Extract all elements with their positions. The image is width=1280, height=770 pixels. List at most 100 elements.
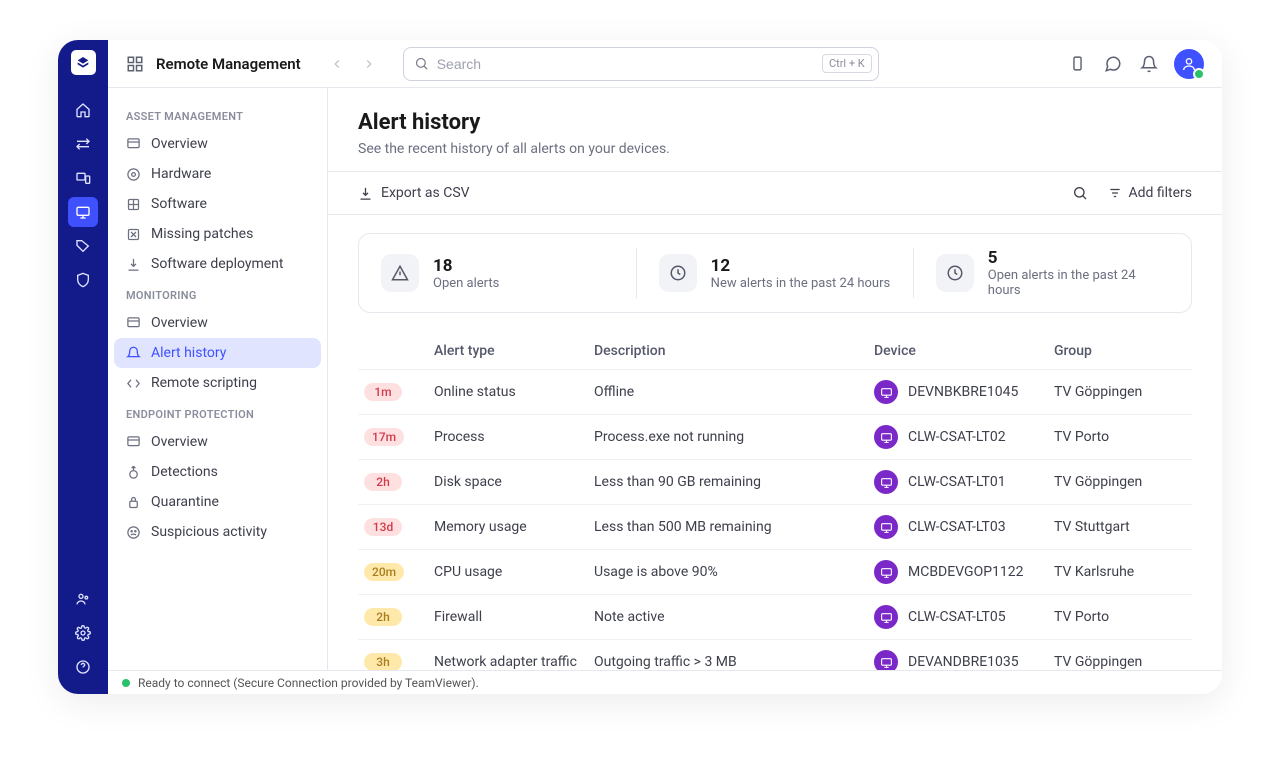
sidebar-item-label: Overview	[151, 136, 208, 152]
cell-alert-type: Process	[434, 429, 594, 445]
notifications-icon[interactable]	[1138, 53, 1160, 75]
stat-label: Open alerts in the past 24 hours	[988, 268, 1169, 298]
table-row[interactable]: 2hFirewallNote activeCLW-CSAT-LT05TV Por…	[358, 594, 1192, 639]
cell-description: Outgoing traffic > 3 MB	[594, 654, 874, 670]
toolbar-search-button[interactable]	[1072, 185, 1088, 201]
sidebar-item-label: Alert history	[151, 345, 226, 361]
sidebar-item-missing-patches[interactable]: Missing patches	[114, 219, 321, 249]
sidebar-item-label: Suspicious activity	[151, 524, 267, 540]
sidebar-item-label: Overview	[151, 315, 208, 331]
col-alert-type[interactable]: Alert type	[434, 343, 594, 359]
age-pill: 3h	[364, 653, 402, 671]
alerts-table: Alert type Description Device Group 1mOn…	[358, 333, 1192, 694]
sidebar-item-label: Overview	[151, 434, 208, 450]
sidebar-item-label: Quarantine	[151, 494, 219, 510]
stat-open-24h: 5Open alerts in the past 24 hours	[913, 248, 1191, 298]
cell-group: TV Göppingen	[1054, 654, 1184, 670]
add-filters-label: Add filters	[1128, 185, 1192, 201]
section-endpoint-protection: ENDPOINT PROTECTION	[114, 398, 321, 427]
sidebar-item-monitoring-overview[interactable]: Overview	[114, 308, 321, 338]
cell-description: Offline	[594, 384, 874, 400]
table-row[interactable]: 17mProcessProcess.exe not runningCLW-CSA…	[358, 414, 1192, 459]
table-row[interactable]: 13dMemory usageLess than 500 MB remainin…	[358, 504, 1192, 549]
device-icon	[874, 425, 898, 449]
device-icon	[874, 560, 898, 584]
download-icon	[358, 186, 373, 201]
search-input[interactable]	[437, 56, 814, 72]
sidebar-item-alert-history[interactable]: Alert history	[114, 338, 321, 368]
cell-device: CLW-CSAT-LT05	[874, 605, 1054, 629]
nav-forward[interactable]	[355, 50, 383, 78]
cell-group: TV Göppingen	[1054, 384, 1184, 400]
cell-alert-type: Network adapter traffic	[434, 654, 594, 670]
sidebar-item-label: Software	[151, 196, 207, 212]
rail-devices[interactable]	[68, 163, 98, 193]
sidebar-item-ep-overview[interactable]: Overview	[114, 427, 321, 457]
rail-settings[interactable]	[68, 618, 98, 648]
add-filters-button[interactable]: Add filters	[1108, 185, 1192, 201]
age-pill: 2h	[364, 608, 402, 626]
chat-icon[interactable]	[1102, 53, 1124, 75]
cell-group: TV Stuttgart	[1054, 519, 1184, 535]
cell-description: Process.exe not running	[594, 429, 874, 445]
toolbar: Export as CSV Add filters	[328, 171, 1222, 215]
cell-alert-type: Memory usage	[434, 519, 594, 535]
sidebar-item-remote-scripting[interactable]: Remote scripting	[114, 368, 321, 398]
export-csv-button[interactable]: Export as CSV	[358, 185, 470, 201]
rail-users[interactable]	[68, 584, 98, 614]
cell-alert-type: Disk space	[434, 474, 594, 490]
status-text: Ready to connect (Secure Connection prov…	[138, 676, 479, 690]
nav-back[interactable]	[323, 50, 351, 78]
table-row[interactable]: 2hDisk spaceLess than 90 GB remainingCLW…	[358, 459, 1192, 504]
col-device[interactable]: Device	[874, 343, 1054, 359]
sidebar-item-suspicious-activity[interactable]: Suspicious activity	[114, 517, 321, 547]
device-icon	[874, 470, 898, 494]
rail-tag[interactable]	[68, 231, 98, 261]
sidebar-item-detections[interactable]: Detections	[114, 457, 321, 487]
cell-alert-type: CPU usage	[434, 564, 594, 580]
table-row[interactable]: 20mCPU usageUsage is above 90%MCBDEVGOP1…	[358, 549, 1192, 594]
age-pill: 17m	[364, 428, 404, 446]
cell-device: CLW-CSAT-LT01	[874, 470, 1054, 494]
rail-swap[interactable]	[68, 129, 98, 159]
search-icon	[414, 56, 429, 71]
sidebar-item-label: Detections	[151, 464, 218, 480]
table-header: Alert type Description Device Group	[358, 333, 1192, 369]
col-description[interactable]: Description	[594, 343, 874, 359]
col-group[interactable]: Group	[1054, 343, 1184, 359]
search-field[interactable]: Ctrl + K	[403, 47, 879, 81]
stats-cards: 18Open alerts 12New alerts in the past 2…	[358, 233, 1192, 313]
age-pill: 1m	[364, 383, 402, 401]
section-monitoring: MONITORING	[114, 279, 321, 308]
user-icon	[1181, 56, 1197, 72]
avatar[interactable]	[1174, 49, 1204, 79]
rail-help[interactable]	[68, 652, 98, 682]
device-icon	[874, 380, 898, 404]
stat-label: New alerts in the past 24 hours	[711, 276, 891, 291]
content: Alert history See the recent history of …	[328, 88, 1222, 694]
cell-group: TV Karlsruhe	[1054, 564, 1184, 580]
app-menu-icon[interactable]	[126, 55, 144, 73]
device-icon	[874, 515, 898, 539]
cell-group: TV Porto	[1054, 429, 1184, 445]
sidebar-item-hardware[interactable]: Hardware	[114, 159, 321, 189]
page-subtitle: See the recent history of all alerts on …	[358, 141, 1192, 157]
device-icon[interactable]	[1066, 53, 1088, 75]
search-icon	[1072, 185, 1088, 201]
rail-shield[interactable]	[68, 265, 98, 295]
sidebar-item-software[interactable]: Software	[114, 189, 321, 219]
rail-remote-management[interactable]	[68, 197, 98, 227]
stat-value: 18	[433, 256, 499, 276]
sidebar-item-software-deployment[interactable]: Software deployment	[114, 249, 321, 279]
cell-alert-type: Firewall	[434, 609, 594, 625]
cell-description: Less than 90 GB remaining	[594, 474, 874, 490]
section-asset-management: ASSET MANAGEMENT	[114, 100, 321, 129]
status-dot-icon	[122, 679, 130, 687]
clock-icon	[936, 254, 973, 292]
rail-home[interactable]	[68, 95, 98, 125]
table-row[interactable]: 1mOnline statusOfflineDEVNBKBRE1045TV Gö…	[358, 369, 1192, 414]
sidebar-item-overview[interactable]: Overview	[114, 129, 321, 159]
nav-rail	[58, 40, 108, 694]
sidebar-item-quarantine[interactable]: Quarantine	[114, 487, 321, 517]
filter-icon	[1108, 186, 1122, 200]
